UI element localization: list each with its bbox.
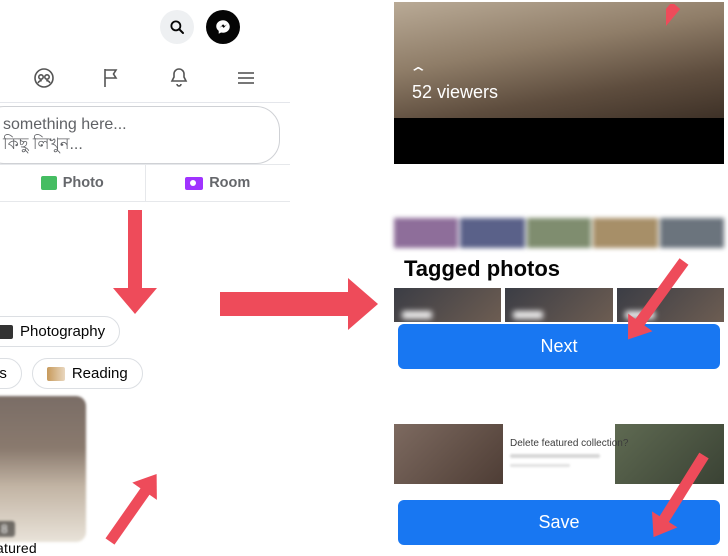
- camera-icon: [0, 325, 13, 339]
- photo-icon: [41, 176, 57, 190]
- tab-pages[interactable]: [97, 64, 125, 92]
- composer-actions: Photo Room: [0, 164, 290, 202]
- search-button[interactable]: [160, 10, 194, 44]
- action-photo[interactable]: Photo: [0, 165, 145, 201]
- viewer-count: 52 viewers: [412, 82, 498, 103]
- status-composer[interactable]: something here... কিছু লিখুন...: [0, 106, 280, 164]
- annotation-arrow-featured: [105, 486, 151, 545]
- tab-menu[interactable]: [232, 64, 260, 92]
- header-actions: [160, 10, 240, 44]
- tagged-photos-row[interactable]: [394, 288, 724, 322]
- featured-count: 8: [0, 521, 15, 537]
- action-room[interactable]: Room: [145, 165, 291, 201]
- messenger-button[interactable]: [206, 10, 240, 44]
- annotation-arrow-down: [128, 210, 142, 292]
- tab-bar: [0, 58, 290, 103]
- next-button[interactable]: Next: [398, 324, 720, 369]
- hobby-reading-label: Reading: [72, 365, 128, 382]
- photo-strip-blur: [394, 218, 724, 248]
- dialog-text-line: [510, 454, 600, 458]
- annotation-arrow-right: [220, 292, 352, 316]
- featured-collection-thumb[interactable]: 8: [0, 396, 86, 542]
- left-screenshot: something here... কিছু লিখুন... Photo Ro…: [0, 0, 290, 546]
- search-icon: [168, 18, 186, 36]
- messenger-icon: [214, 18, 232, 36]
- flag-icon: [99, 66, 123, 90]
- bell-icon: [167, 66, 191, 90]
- story-viewer-panel: ⌃ 52 viewers: [394, 2, 724, 164]
- book-icon: [47, 367, 65, 381]
- room-icon: [185, 177, 203, 190]
- delete-dialog-strip: Delete featured collection?: [394, 424, 724, 484]
- hobby-photography[interactable]: Photography: [0, 316, 120, 347]
- tagged-photo-2[interactable]: [505, 288, 612, 322]
- groups-icon: [32, 66, 56, 90]
- hamburger-icon: [234, 66, 258, 90]
- hobby-row-1: Photography: [0, 316, 120, 347]
- composer-placeholder-line2: কিছু লিখুন...: [3, 135, 265, 155]
- hobby-row-2: es Reading: [0, 358, 143, 389]
- tab-groups[interactable]: [30, 64, 58, 92]
- delete-dialog-title: Delete featured collection?: [510, 438, 628, 449]
- bg-photo-left: [394, 424, 503, 484]
- featured-label-partial: atured: [0, 540, 37, 556]
- tagged-photos-panel: Tagged photos Next: [394, 218, 724, 371]
- action-room-label: Room: [209, 175, 250, 191]
- composer-placeholder-line1: something here...: [3, 115, 265, 135]
- annotation-arrow-corner: [666, 4, 716, 50]
- hobby-reading[interactable]: Reading: [32, 358, 143, 389]
- dialog-text-line2: [510, 464, 570, 467]
- bg-photo-right: [615, 424, 724, 484]
- hobby-partial-label: es: [0, 365, 7, 382]
- action-photo-label: Photo: [63, 175, 104, 191]
- hobby-partial[interactable]: es: [0, 358, 22, 389]
- tagged-photo-1[interactable]: [394, 288, 501, 322]
- hobby-photography-label: Photography: [20, 323, 105, 340]
- tab-notifications[interactable]: [165, 64, 193, 92]
- chevron-up-icon[interactable]: ⌃: [408, 64, 428, 82]
